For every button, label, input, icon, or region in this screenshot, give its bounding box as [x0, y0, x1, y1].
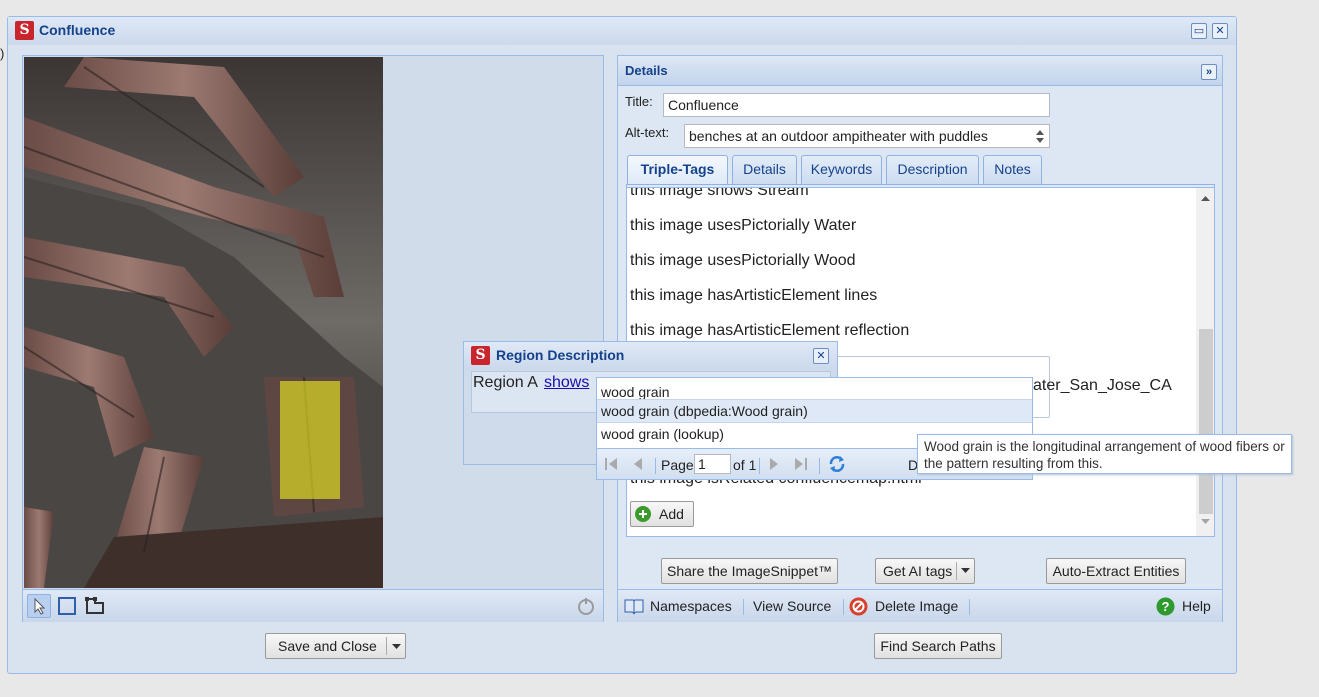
- help-link[interactable]: Help: [1182, 598, 1211, 614]
- page-count-label: of 1: [733, 457, 757, 473]
- image-toolbar: [23, 589, 603, 622]
- suggestion-tooltip: Wood grain is the longitudinal arrangeme…: [917, 434, 1292, 474]
- split-divider: [956, 562, 957, 580]
- auto-extract-button[interactable]: Auto-Extract Entities: [1046, 558, 1186, 584]
- alt-text-value: benches at an outdoor ampitheater with p…: [689, 128, 988, 144]
- tab-description[interactable]: Description: [886, 155, 979, 184]
- tag-row[interactable]: ater_San_Jose_CA: [1033, 377, 1172, 395]
- alt-text-label: Alt-text:: [625, 125, 670, 140]
- book-icon: [624, 599, 644, 615]
- benches-photo-art: [24, 57, 383, 588]
- details-panel: Details » Title: Confluence Alt-text: be…: [617, 55, 1223, 622]
- add-label: Add: [659, 506, 684, 522]
- predicate-link[interactable]: shows: [544, 374, 589, 392]
- details-footer: Namespaces View Source Delete Image ? He…: [618, 589, 1222, 622]
- tab-notes[interactable]: Notes: [983, 155, 1042, 184]
- separator: [819, 458, 820, 474]
- svg-text:?: ?: [1162, 599, 1170, 614]
- separator: [759, 458, 760, 474]
- reload-icon[interactable]: [827, 454, 847, 474]
- page-label: Page: [661, 457, 694, 473]
- separator: [743, 599, 744, 615]
- separator: [969, 599, 970, 615]
- stray-char: ): [0, 46, 5, 61]
- help-icon: ?: [1156, 597, 1175, 616]
- next-page-icon[interactable]: [769, 458, 779, 470]
- alt-text-field[interactable]: benches at an outdoor ampitheater with p…: [684, 124, 1050, 148]
- find-search-paths-button[interactable]: Find Search Paths: [874, 633, 1002, 659]
- namespaces-link[interactable]: Namespaces: [650, 598, 732, 614]
- rectangle-tool-button[interactable]: [55, 594, 79, 618]
- tab-details[interactable]: Details: [732, 155, 797, 184]
- window-header: S Confluence ▭ ✕: [8, 17, 1236, 45]
- tag-row[interactable]: this image hasArtisticElement reflection: [630, 322, 909, 340]
- tag-row[interactable]: this image usesPictorially Wood: [630, 252, 856, 270]
- app-logo: S: [15, 21, 34, 40]
- rectangle-icon: [58, 597, 76, 615]
- region-highlight[interactable]: [280, 381, 340, 499]
- window-title: Confluence: [39, 22, 116, 38]
- polygon-tool-button[interactable]: [83, 594, 107, 618]
- title-label: Title:: [625, 94, 653, 109]
- pointer-tool-button[interactable]: [27, 594, 51, 618]
- share-imagesnippet-button[interactable]: Share the ImageSnippet™: [661, 558, 838, 584]
- add-tag-button[interactable]: Add: [630, 501, 694, 527]
- region-dialog-header: S Region Description ✕: [464, 342, 837, 370]
- tab-keywords[interactable]: Keywords: [801, 155, 882, 184]
- region-subject: Region A: [473, 374, 538, 391]
- page-number-input[interactable]: 1: [694, 454, 731, 474]
- prev-page-icon[interactable]: [633, 458, 643, 470]
- restore-icon[interactable]: ▭: [1191, 23, 1207, 39]
- close-icon[interactable]: ✕: [1212, 23, 1228, 39]
- scroll-down-icon[interactable]: [1200, 518, 1211, 526]
- close-icon[interactable]: ✕: [813, 348, 829, 364]
- refresh-icon[interactable]: [576, 597, 596, 617]
- get-ai-tags-button[interactable]: Get AI tags: [875, 558, 975, 584]
- chevron-down-icon[interactable]: [392, 644, 401, 650]
- separator: [843, 599, 844, 615]
- cursor-icon: [34, 597, 46, 615]
- separator: [655, 458, 656, 474]
- collapse-icon[interactable]: »: [1201, 64, 1217, 80]
- plus-icon: [635, 506, 651, 522]
- tag-row[interactable]: this image shows Stream: [630, 188, 809, 200]
- scroll-thumb[interactable]: [1199, 329, 1213, 514]
- delete-image-link[interactable]: Delete Image: [875, 598, 958, 614]
- first-page-icon[interactable]: [605, 458, 619, 470]
- polygon-icon: [85, 597, 104, 614]
- tab-triple-tags[interactable]: Triple-Tags: [627, 155, 728, 184]
- tag-row[interactable]: this image usesPictorially Water: [630, 217, 856, 235]
- spinner-arrows-icon[interactable]: [1034, 127, 1046, 145]
- details-header: Details »: [618, 56, 1222, 86]
- app-logo: S: [471, 346, 490, 365]
- details-title: Details: [625, 63, 668, 78]
- chevron-down-icon[interactable]: [961, 568, 970, 574]
- delete-icon: [849, 597, 868, 616]
- photo-benches: [24, 57, 383, 588]
- region-dialog-title: Region Description: [496, 347, 625, 363]
- save-and-close-button[interactable]: Save and Close: [265, 633, 406, 659]
- image-panel: [22, 55, 604, 622]
- last-page-icon[interactable]: [793, 458, 807, 470]
- object-input[interactable]: wood grain: [597, 379, 1032, 400]
- suggestion-item[interactable]: wood grain (dbpedia:Wood grain): [597, 399, 1032, 423]
- view-source-link[interactable]: View Source: [753, 598, 831, 614]
- scroll-up-icon[interactable]: [1200, 194, 1211, 202]
- ai-tags-label: Get AI tags: [883, 563, 953, 579]
- split-divider: [386, 637, 387, 655]
- tag-row[interactable]: this image hasArtisticElement lines: [630, 287, 877, 305]
- save-and-close-label: Save and Close: [278, 638, 377, 654]
- title-field[interactable]: Confluence: [663, 93, 1050, 117]
